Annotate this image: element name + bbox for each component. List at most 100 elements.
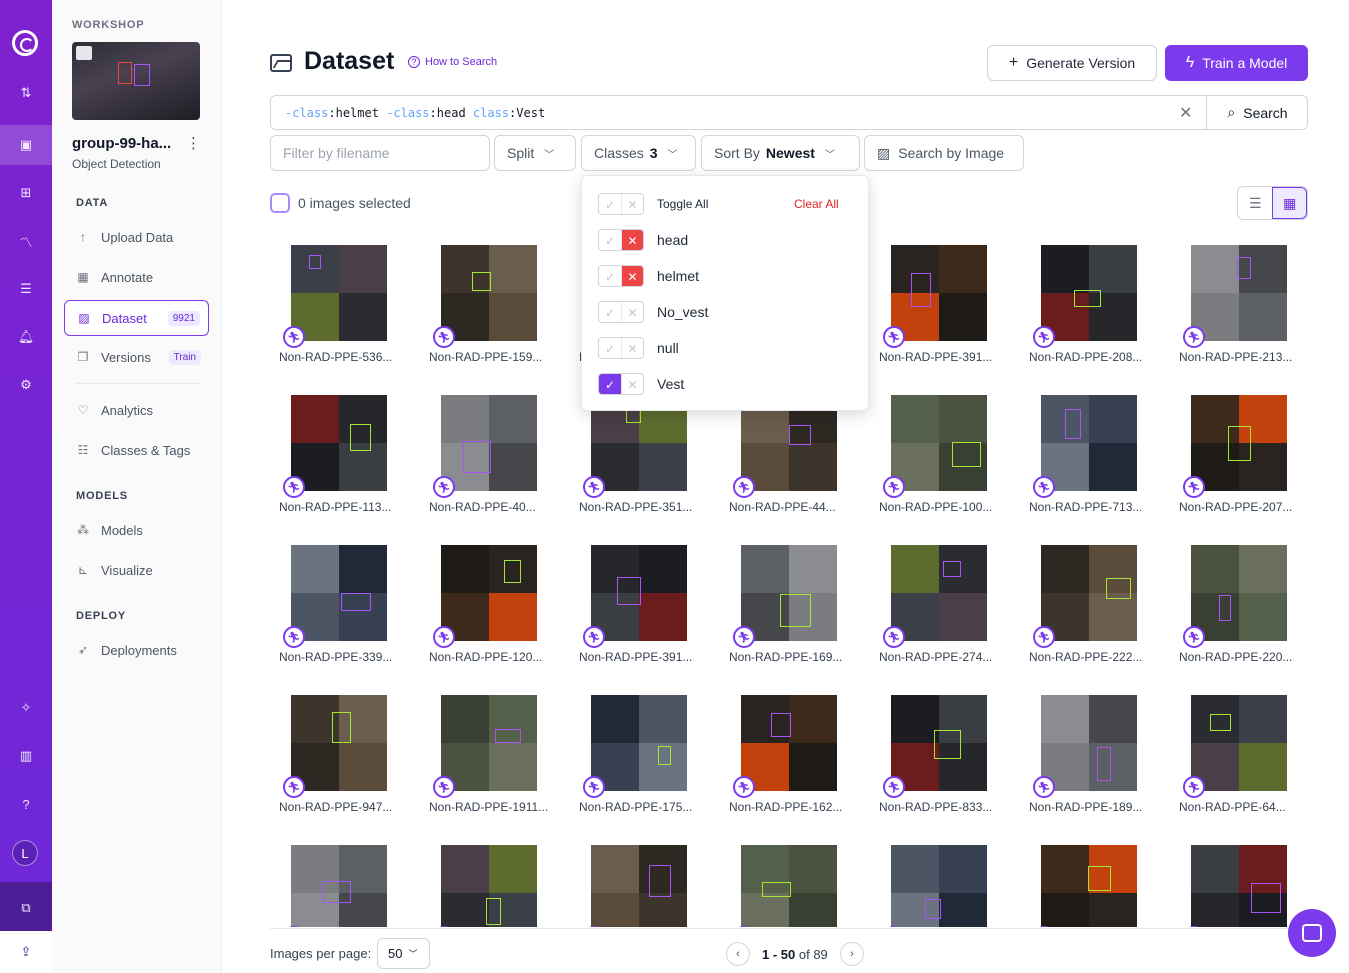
image-thumbnail[interactable]	[291, 545, 387, 641]
help-icon[interactable]: ?	[0, 784, 52, 824]
image-tile[interactable]: 🏃︎ Non-RAD-PPE-175...	[570, 695, 710, 825]
next-page-button[interactable]: ›	[840, 942, 864, 966]
image-thumbnail[interactable]	[1191, 395, 1287, 491]
include-check-icon[interactable]: ✓	[599, 266, 621, 286]
exclude-x-icon[interactable]: ✕	[620, 302, 643, 322]
image-tile[interactable]: 🏃︎ Non-RAD-PPE-713...	[1020, 395, 1160, 525]
image-thumbnail[interactable]	[1041, 245, 1137, 341]
project-thumbnail[interactable]	[72, 42, 200, 120]
exclude-x-icon[interactable]: ✕	[620, 374, 643, 394]
user-avatar[interactable]: L	[12, 840, 38, 866]
toggle-all-row[interactable]: ✓ ✕ Toggle All	[598, 192, 708, 216]
class-filter-row[interactable]: ✓ ✕ null	[598, 336, 679, 360]
select-all-checkbox[interactable]	[270, 193, 290, 213]
image-thumbnail[interactable]	[1191, 545, 1287, 641]
search-button[interactable]: ⌕ Search	[1206, 96, 1308, 129]
image-tile[interactable]: 🏃︎ Non-RAD-PPE-274...	[870, 545, 1010, 675]
search-bar[interactable]: -class:helmet -class:head class:Vest ✕ ⌕…	[270, 95, 1308, 130]
generate-version-button[interactable]: + Generate Version	[987, 45, 1157, 81]
image-tile[interactable]: 🏃︎ Non-RAD-PPE-391...	[870, 245, 1010, 375]
image-thumbnail[interactable]	[741, 545, 837, 641]
list-view-icon[interactable]: ☰	[1238, 187, 1272, 219]
image-tile[interactable]: 🏃︎ Non-RAD-PPE-391...	[570, 545, 710, 675]
image-thumbnail[interactable]	[441, 245, 537, 341]
exclude-x-icon[interactable]: ✕	[620, 230, 643, 250]
image-tile[interactable]: 🏃︎ Non-RAD-PPE-169...	[720, 545, 860, 675]
image-thumbnail[interactable]	[441, 395, 537, 491]
image-tile[interactable]: 🏃︎	[420, 845, 560, 927]
image-thumbnail[interactable]	[441, 545, 537, 641]
image-tile[interactable]: 🏃︎ Non-RAD-PPE-40...	[420, 395, 560, 525]
image-thumbnail[interactable]	[1191, 845, 1287, 927]
image-tile[interactable]: 🏃︎ Non-RAD-PPE-189...	[1020, 695, 1160, 825]
sidebar-item-annotate[interactable]: ▦ Annotate	[64, 259, 209, 295]
sidebar-item-analytics[interactable]: ♡ Analytics	[64, 392, 209, 428]
image-tile[interactable]: 🏃︎ Non-RAD-PPE-1911...	[420, 695, 560, 825]
image-tile[interactable]: 🏃︎ Non-RAD-PPE-100...	[870, 395, 1010, 525]
image-tile[interactable]: 🏃︎ Non-RAD-PPE-947...	[270, 695, 410, 825]
image-tile[interactable]: 🏃︎ Non-RAD-PPE-220...	[1170, 545, 1310, 675]
class-filter-row[interactable]: ✓ ✕ Vest	[598, 372, 684, 396]
image-tile[interactable]: 🏃︎	[720, 845, 860, 927]
sidebar-item-classes-tags[interactable]: ☷ Classes & Tags	[64, 432, 209, 468]
universe-icon[interactable]: ✧	[0, 688, 52, 728]
filename-filter[interactable]	[270, 135, 490, 171]
include-check-icon[interactable]: ✓	[599, 338, 621, 358]
sidebar-item-visualize[interactable]: ⊾ Visualize	[64, 552, 209, 588]
more-options-icon[interactable]: ⋮	[186, 134, 201, 152]
sidebar-item-dataset[interactable]: ▨ Dataset 9921	[64, 300, 209, 336]
exclude-x-icon[interactable]: ✕	[620, 338, 643, 358]
deployments-rail-icon[interactable]: ☰	[0, 269, 52, 309]
image-thumbnail[interactable]	[891, 245, 987, 341]
include-check-icon[interactable]: ✓	[599, 374, 621, 394]
image-thumbnail[interactable]	[1191, 695, 1287, 791]
image-thumbnail[interactable]	[891, 695, 987, 791]
per-page-select[interactable]: 50 ﹀	[377, 938, 430, 969]
projects-icon[interactable]: ▣	[0, 125, 52, 165]
image-thumbnail[interactable]	[591, 545, 687, 641]
classes-dropdown[interactable]: Classes 3 ﹀	[581, 135, 696, 171]
how-to-search-link[interactable]: ? How to Search	[408, 56, 497, 68]
include-check-icon[interactable]: ✓	[599, 302, 621, 322]
image-tile[interactable]: 🏃︎ Non-RAD-PPE-120...	[420, 545, 560, 675]
train-model-button[interactable]: ϟ Train a Model	[1165, 45, 1308, 81]
class-filter-row[interactable]: ✓ ✕ head	[598, 228, 688, 252]
x-icon[interactable]: ✕	[620, 194, 643, 214]
image-thumbnail[interactable]	[441, 695, 537, 791]
image-thumbnail[interactable]	[891, 845, 987, 927]
sidebar-item-versions[interactable]: ❐ Versions Train	[64, 339, 209, 375]
workflow-icon[interactable]: ⊞	[0, 173, 52, 213]
notifications-icon[interactable]: 🔔︎	[0, 317, 52, 357]
class-filter-row[interactable]: ✓ ✕ helmet	[598, 264, 699, 288]
image-tile[interactable]: 🏃︎ Non-RAD-PPE-213...	[1170, 245, 1310, 375]
search-by-image-button[interactable]: ▨ Search by Image	[864, 135, 1024, 171]
split-dropdown[interactable]: Split ﹀	[494, 135, 576, 171]
image-thumbnail[interactable]	[291, 245, 387, 341]
image-tile[interactable]: 🏃︎	[870, 845, 1010, 927]
image-thumbnail[interactable]	[741, 695, 837, 791]
image-thumbnail[interactable]	[1041, 545, 1137, 641]
image-thumbnail[interactable]	[291, 845, 387, 927]
image-thumbnail[interactable]	[1041, 695, 1137, 791]
image-tile[interactable]: 🏃︎ Non-RAD-PPE-207...	[1170, 395, 1310, 525]
sidebar-item-models[interactable]: ⁂ Models	[64, 512, 209, 548]
image-tile[interactable]: 🏃︎ Non-RAD-PPE-44...	[720, 395, 860, 525]
image-thumbnail[interactable]	[441, 845, 537, 927]
image-thumbnail[interactable]	[1191, 245, 1287, 341]
image-thumbnail[interactable]	[741, 845, 837, 927]
search-query[interactable]: -class:helmet -class:head class:Vest	[285, 106, 545, 120]
image-tile[interactable]: 🏃︎ Non-RAD-PPE-339...	[270, 545, 410, 675]
image-tile[interactable]: 🏃︎ Non-RAD-PPE-351...	[570, 395, 710, 525]
grid-view-icon[interactable]: ▦	[1272, 187, 1307, 219]
roboflow-logo-icon[interactable]	[12, 30, 38, 56]
project-name[interactable]: group-99-ha...	[72, 135, 171, 152]
image-thumbnail[interactable]	[891, 395, 987, 491]
image-thumbnail[interactable]	[1041, 395, 1137, 491]
image-thumbnail[interactable]	[891, 545, 987, 641]
image-tile[interactable]: 🏃︎	[1170, 845, 1310, 927]
image-thumbnail[interactable]	[291, 395, 387, 491]
image-tile[interactable]: 🏃︎ Non-RAD-PPE-536...	[270, 245, 410, 375]
transfer-icon[interactable]: ⇅	[0, 73, 52, 113]
docs-icon[interactable]: ▥	[0, 736, 52, 776]
monitoring-icon[interactable]: 〽	[0, 221, 52, 261]
